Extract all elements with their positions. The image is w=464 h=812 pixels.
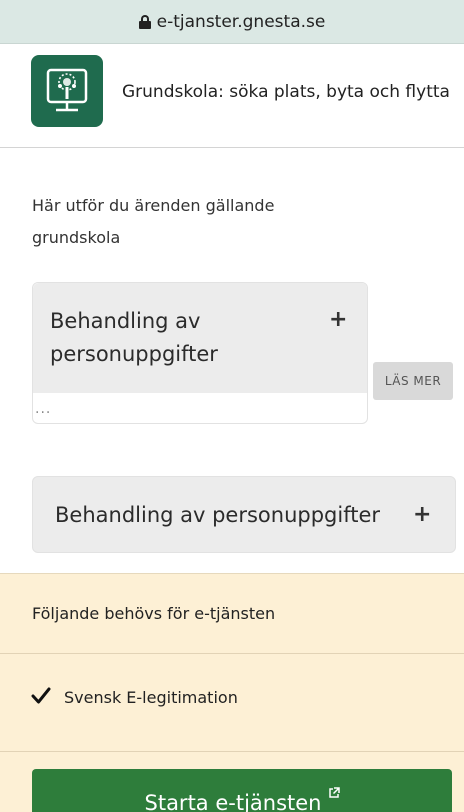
logo[interactable]	[31, 55, 103, 127]
site-header: Grundskola: söka plats, byta och flytta	[0, 44, 464, 148]
plus-icon[interactable]: +	[413, 504, 431, 526]
accordion-preview: ...	[35, 401, 52, 417]
checkmark-icon	[31, 687, 51, 704]
intro-text: Här utför du ärenden gällande grundskola	[32, 196, 275, 247]
divider	[0, 751, 464, 752]
accordion-header[interactable]: Behandling av personuppgifter +	[33, 283, 367, 393]
accordion-title: Behandling av personuppgifter	[50, 309, 218, 366]
accordion-title: Behandling av personuppgifter	[55, 503, 381, 527]
read-more-button[interactable]: LÄS MER	[373, 362, 453, 400]
plus-icon[interactable]: +	[329, 309, 347, 331]
accordion-personal-data-1: Behandling av personuppgifter + ...	[32, 282, 368, 424]
url-text: e-tjanster.gnesta.se	[156, 11, 326, 32]
accordion-personal-data-2[interactable]: Behandling av personuppgifter +	[32, 476, 456, 553]
tree-logo-icon	[46, 68, 88, 112]
start-button-label: Starta e-tjänsten	[144, 791, 322, 812]
url-bar[interactable]: e-tjanster.gnesta.se	[0, 0, 464, 44]
divider	[0, 653, 464, 654]
requirement-item: Svensk E-legitimation	[64, 688, 238, 707]
start-service-button[interactable]: Starta e-tjänsten	[32, 769, 452, 812]
requirements-title: Följande behövs för e-tjänsten	[32, 604, 276, 623]
external-link-icon	[328, 787, 340, 798]
page-title: Grundskola: söka plats, byta och flytta	[122, 82, 450, 102]
lock-icon	[138, 14, 151, 29]
